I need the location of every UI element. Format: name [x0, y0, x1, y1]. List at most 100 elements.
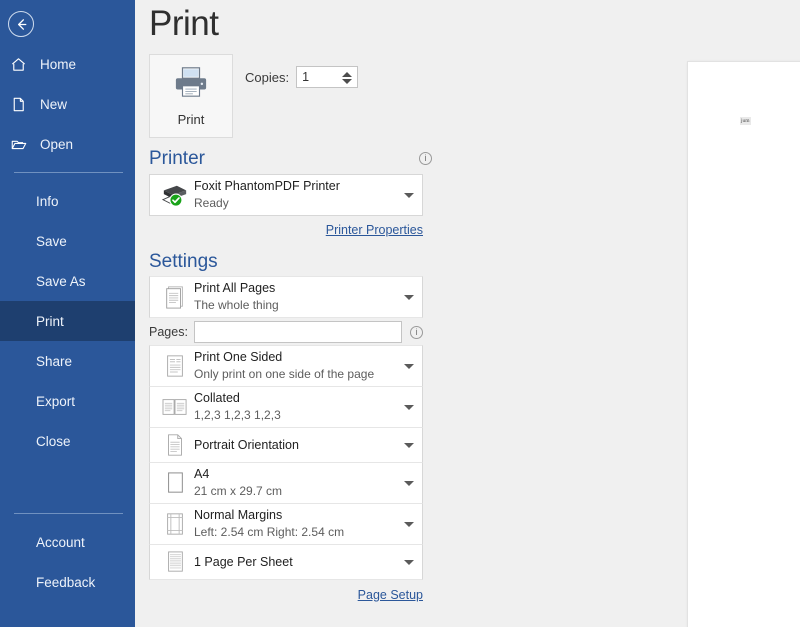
chevron-down-icon[interactable] [404, 364, 414, 369]
sidebar-item-feedback[interactable]: Feedback [0, 562, 135, 602]
sidebar-item-label: Share [32, 354, 72, 369]
one-sided-icon [156, 353, 194, 379]
preview-page[interactable]: jum [688, 62, 800, 627]
settings-heading-label: Settings [149, 251, 218, 272]
copies-input[interactable] [297, 67, 337, 87]
printer-icon [172, 65, 210, 104]
pages-label: Pages: [149, 325, 188, 339]
page-setup-row: Page Setup [149, 580, 423, 604]
setting-text: Print One Sided Only print on one side o… [194, 350, 374, 382]
document-preview-pane: jum [448, 0, 800, 627]
sidebar-item-label: Save As [32, 274, 86, 289]
setting-text: Collated 1,2,3 1,2,3 1,2,3 [194, 391, 281, 423]
pages-row: Pages: i [149, 318, 423, 346]
setting-text: Portrait Orientation [194, 438, 299, 453]
print-settings-pane: Print Print Copies: [135, 0, 448, 627]
setting-subtitle: 1,2,3 1,2,3 1,2,3 [194, 408, 281, 423]
setting-title: Normal Margins [194, 508, 344, 523]
chevron-down-icon[interactable] [404, 405, 414, 410]
page-setup-link[interactable]: Page Setup [358, 588, 423, 602]
sidebar-spacer [0, 461, 135, 505]
setting-text: 1 Page Per Sheet [194, 555, 293, 570]
setting-title: Portrait Orientation [194, 438, 299, 453]
setting-subtitle: Only print on one side of the page [194, 367, 374, 382]
print-button[interactable]: Print [149, 54, 233, 138]
printer-select[interactable]: Foxit PhantomPDF Printer Ready [149, 174, 423, 216]
sidebar-item-close[interactable]: Close [0, 421, 135, 461]
sidebar-item-label: Open [36, 137, 73, 152]
setting-collation[interactable]: Collated 1,2,3 1,2,3 1,2,3 [149, 386, 423, 428]
sidebar-item-label: Feedback [32, 575, 95, 590]
printer-heading-label: Printer [149, 148, 205, 169]
home-icon [10, 56, 36, 73]
back-arrow-icon[interactable] [8, 11, 34, 37]
stepper-up-icon[interactable] [342, 72, 352, 77]
setting-subtitle: Left: 2.54 cm Right: 2.54 cm [194, 525, 344, 540]
sidebar-item-label: New [36, 97, 67, 112]
setting-text: A4 21 cm x 29.7 cm [194, 467, 282, 499]
stepper-down-icon[interactable] [342, 79, 352, 84]
setting-title: 1 Page Per Sheet [194, 555, 293, 570]
print-button-label: Print [178, 112, 205, 127]
sidebar-item-label: Account [32, 535, 85, 550]
copies-label: Copies: [245, 70, 289, 85]
sidebar-item-home[interactable]: Home [0, 44, 135, 84]
sidebar-item-account[interactable]: Account [0, 522, 135, 562]
setting-text: Print All Pages The whole thing [194, 281, 279, 313]
chevron-down-icon[interactable] [404, 295, 414, 300]
chevron-down-icon[interactable] [404, 443, 414, 448]
sidebar-item-label: Info [32, 194, 59, 209]
open-folder-icon [10, 136, 36, 153]
setting-orientation[interactable]: Portrait Orientation [149, 427, 423, 463]
pages-info-icon[interactable]: i [410, 326, 423, 339]
copies-arrows[interactable] [340, 68, 354, 88]
sidebar-divider-bottom [14, 513, 123, 514]
copies-stepper[interactable] [296, 66, 358, 88]
sidebar-item-export[interactable]: Export [0, 381, 135, 421]
setting-paper-size[interactable]: A4 21 cm x 29.7 cm [149, 462, 423, 504]
chevron-down-icon[interactable] [404, 522, 414, 527]
settings-section-heading: Settings [149, 241, 436, 277]
sidebar-item-info[interactable]: Info [0, 181, 135, 221]
new-document-icon [10, 96, 36, 113]
setting-print-range[interactable]: Print All Pages The whole thing [149, 276, 423, 318]
sidebar-item-label: Export [32, 394, 75, 409]
preview-page-text: jum [740, 117, 751, 125]
sidebar-divider-top [14, 172, 123, 173]
printer-section-heading: Printer i [149, 138, 436, 174]
sidebar-item-new[interactable]: New [0, 84, 135, 124]
pages-input[interactable] [194, 321, 402, 343]
back-row [0, 4, 135, 44]
paper-size-icon [156, 470, 194, 496]
setting-pages-per-sheet[interactable]: 1 Page Per Sheet [149, 544, 423, 580]
printer-device-icon [156, 182, 194, 208]
chevron-down-icon[interactable] [404, 560, 414, 565]
setting-title: A4 [194, 467, 282, 482]
setting-text: Normal Margins Left: 2.54 cm Right: 2.54… [194, 508, 344, 540]
setting-subtitle: 21 cm x 29.7 cm [194, 484, 282, 499]
sidebar-item-save-as[interactable]: Save As [0, 261, 135, 301]
setting-title: Collated [194, 391, 281, 406]
printer-status: Ready [194, 196, 340, 211]
setting-margins[interactable]: Normal Margins Left: 2.54 cm Right: 2.54… [149, 503, 423, 545]
printer-name: Foxit PhantomPDF Printer [194, 179, 340, 194]
copies-group: Copies: [245, 54, 358, 88]
pages-per-sheet-icon [156, 549, 194, 575]
printer-properties-link[interactable]: Printer Properties [326, 223, 423, 237]
all-pages-icon [156, 284, 194, 310]
sidebar-item-label: Close [32, 434, 71, 449]
collated-icon [156, 395, 194, 419]
sidebar-item-print[interactable]: Print [0, 301, 135, 341]
sidebar-item-save[interactable]: Save [0, 221, 135, 261]
setting-sided[interactable]: Print One Sided Only print on one side o… [149, 345, 423, 387]
setting-subtitle: The whole thing [194, 298, 279, 313]
sidebar-item-share[interactable]: Share [0, 341, 135, 381]
sidebar-item-open[interactable]: Open [0, 124, 135, 164]
print-backstage-window: Home New Open Info [0, 0, 800, 627]
printer-info-icon[interactable]: i [419, 152, 432, 165]
backstage-sidebar: Home New Open Info [0, 0, 135, 627]
sidebar-item-label: Print [32, 314, 64, 329]
chevron-down-icon[interactable] [404, 481, 414, 486]
chevron-down-icon[interactable] [404, 193, 414, 198]
settings-list: Print All Pages The whole thing Pages: i [149, 276, 423, 580]
